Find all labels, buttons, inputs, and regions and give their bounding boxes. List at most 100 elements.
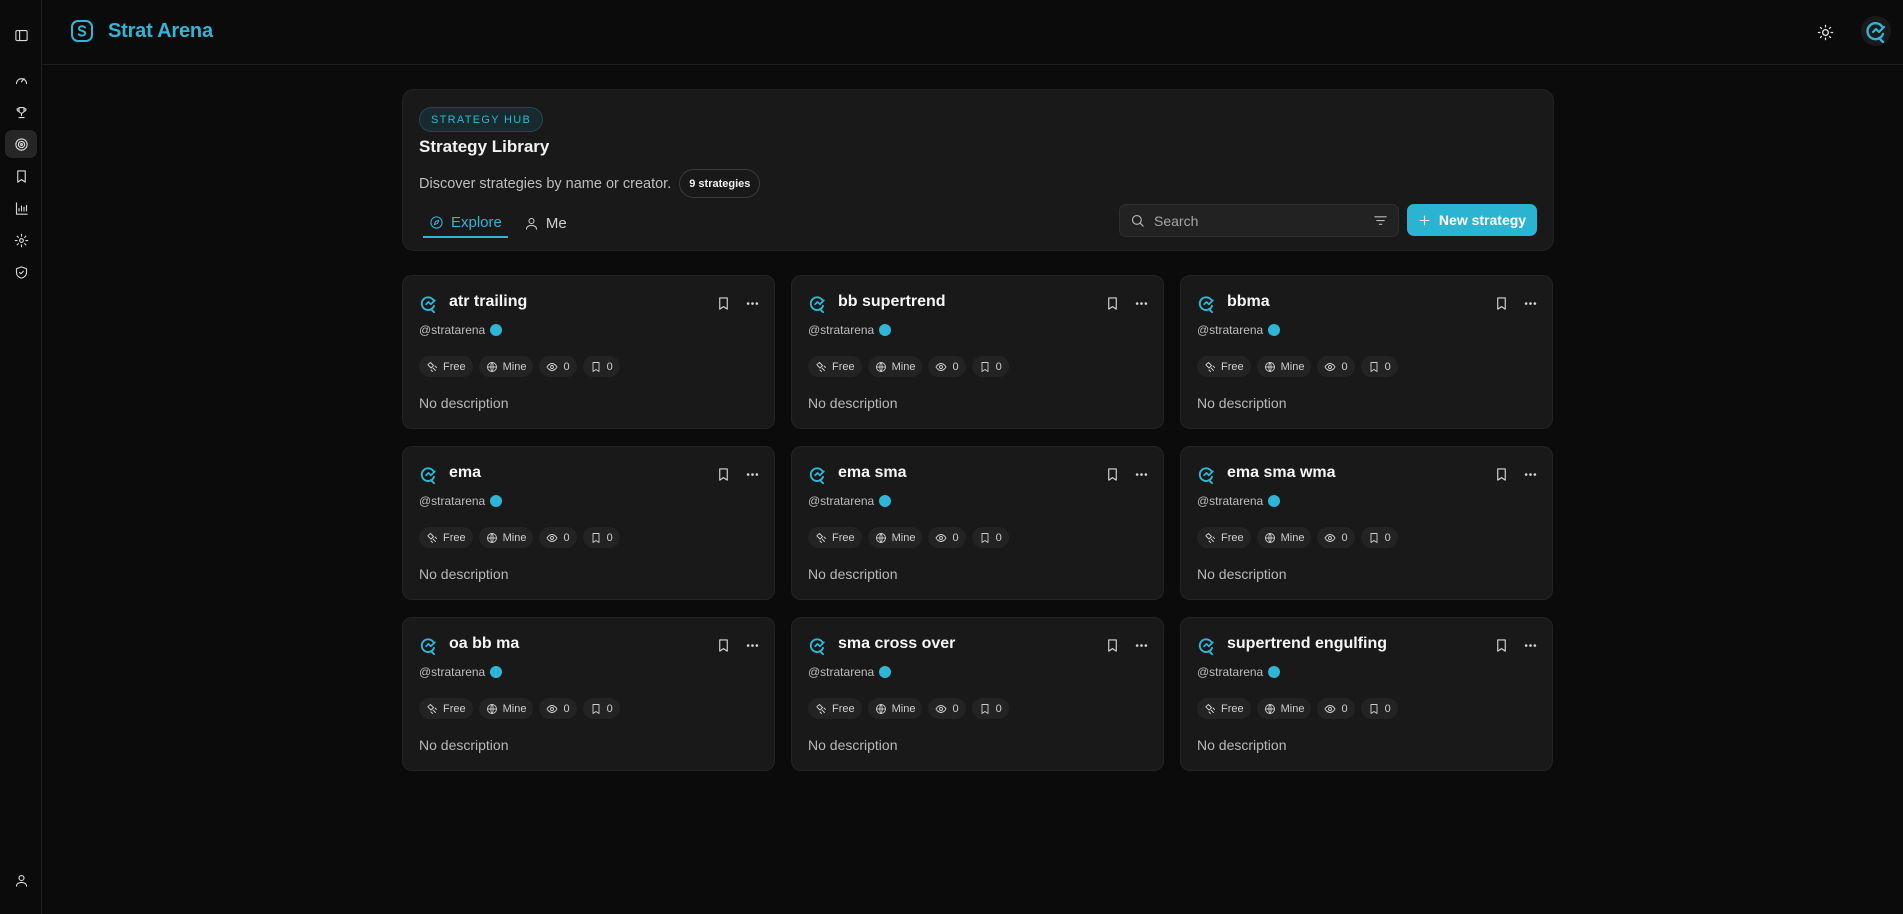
strategy-author[interactable]: @stratarena bbox=[1197, 323, 1281, 337]
more-options-icon[interactable] bbox=[1134, 296, 1149, 311]
price-label: Free bbox=[443, 531, 466, 544]
strategy-author[interactable]: @stratarena bbox=[419, 494, 503, 508]
tabs: Explore Me bbox=[423, 208, 573, 238]
strategy-logo-icon bbox=[809, 638, 825, 655]
strategy-card[interactable]: atr trailing @stratarena Free Mine 0 0 N… bbox=[402, 275, 775, 429]
bookmark-icon[interactable] bbox=[716, 467, 731, 482]
verified-icon bbox=[1268, 324, 1281, 336]
strategy-author[interactable]: @stratarena bbox=[808, 494, 892, 508]
more-options-icon[interactable] bbox=[1523, 296, 1538, 311]
strategy-card[interactable]: bbma @stratarena Free Mine 0 0 No descri… bbox=[1180, 275, 1553, 429]
strategy-title[interactable]: supertrend engulfing bbox=[1227, 635, 1387, 653]
bookmark-icon[interactable] bbox=[716, 296, 731, 311]
settings-gear-icon[interactable] bbox=[5, 226, 37, 254]
verified-icon bbox=[879, 324, 892, 336]
strategy-card[interactable]: ema @stratarena Free Mine 0 0 No descrip… bbox=[402, 446, 775, 600]
dashboard-gauge-icon[interactable] bbox=[5, 66, 37, 94]
strategy-count-badge: 9 strategies bbox=[679, 169, 761, 198]
strategy-card[interactable]: ema sma wma @stratarena Free Mine 0 0 No… bbox=[1180, 446, 1553, 600]
search-icon bbox=[1131, 214, 1144, 227]
saves-count: 0 bbox=[995, 360, 1002, 373]
strategy-title[interactable]: bb supertrend bbox=[838, 293, 946, 311]
saves-chip: 0 bbox=[582, 698, 620, 719]
bookmark-icon[interactable] bbox=[1105, 638, 1120, 653]
globe-icon bbox=[486, 703, 497, 714]
strategy-author[interactable]: @stratarena bbox=[419, 323, 503, 337]
shield-check-icon[interactable] bbox=[5, 258, 37, 286]
card-actions bbox=[716, 467, 760, 482]
search-input[interactable] bbox=[1154, 212, 1364, 229]
bookmark-count-icon bbox=[1370, 703, 1378, 714]
author-handle: @stratarena bbox=[419, 494, 486, 508]
strategy-title[interactable]: bbma bbox=[1227, 293, 1270, 311]
strategy-author[interactable]: @stratarena bbox=[808, 665, 892, 679]
brand[interactable]: Strat Arena bbox=[70, 19, 213, 43]
strategy-title[interactable]: oa bb ma bbox=[449, 635, 519, 653]
tab-explore[interactable]: Explore bbox=[423, 208, 508, 238]
strategy-author[interactable]: @stratarena bbox=[1197, 665, 1281, 679]
strategy-title[interactable]: ema bbox=[449, 464, 481, 482]
bookmark-icon[interactable] bbox=[5, 162, 37, 190]
visibility-label: Mine bbox=[502, 360, 527, 373]
strategy-author[interactable]: @stratarena bbox=[1197, 494, 1281, 508]
theme-toggle-sun-icon[interactable] bbox=[1815, 22, 1835, 42]
card-actions bbox=[1105, 467, 1149, 482]
strategy-title[interactable]: ema sma bbox=[838, 464, 907, 482]
target-icon[interactable] bbox=[5, 130, 37, 158]
price-label: Free bbox=[832, 702, 855, 715]
strategy-logo-icon bbox=[420, 296, 436, 313]
strategy-card[interactable]: supertrend engulfing @stratarena Free Mi… bbox=[1180, 617, 1553, 771]
views-count: 0 bbox=[952, 531, 959, 544]
strategy-title[interactable]: atr trailing bbox=[449, 293, 527, 311]
strategy-card[interactable]: sma cross over @stratarena Free Mine 0 0… bbox=[791, 617, 1164, 771]
bookmark-count-icon bbox=[1370, 532, 1378, 543]
price-chip: Free bbox=[1197, 698, 1251, 719]
strategy-title[interactable]: ema sma wma bbox=[1227, 464, 1336, 482]
views-chip: 0 bbox=[1317, 527, 1355, 548]
visibility-chip: Mine bbox=[1256, 698, 1312, 719]
filter-icon[interactable] bbox=[1373, 213, 1388, 228]
compass-icon bbox=[430, 215, 443, 229]
strategy-card[interactable]: oa bb ma @stratarena Free Mine 0 0 No de… bbox=[402, 617, 775, 771]
globe-icon bbox=[1264, 703, 1275, 714]
strategy-title[interactable]: sma cross over bbox=[838, 635, 955, 653]
more-options-icon[interactable] bbox=[1134, 467, 1149, 482]
bookmark-icon[interactable] bbox=[1105, 467, 1120, 482]
saves-chip: 0 bbox=[1360, 698, 1398, 719]
hub-description: Discover strategies by name or creator. bbox=[419, 175, 672, 192]
bookmark-icon[interactable] bbox=[1105, 296, 1120, 311]
strategy-card[interactable]: bb supertrend @stratarena Free Mine 0 0 … bbox=[791, 275, 1164, 429]
more-options-icon[interactable] bbox=[1134, 638, 1149, 653]
strategy-author[interactable]: @stratarena bbox=[419, 665, 503, 679]
author-handle: @stratarena bbox=[808, 323, 875, 337]
avatar[interactable] bbox=[1861, 16, 1891, 46]
strategy-logo-icon bbox=[420, 467, 436, 484]
price-chip: Free bbox=[808, 698, 862, 719]
bookmark-icon[interactable] bbox=[1494, 467, 1509, 482]
sidebar-toggle-icon[interactable] bbox=[5, 21, 37, 49]
bookmark-icon[interactable] bbox=[1494, 638, 1509, 653]
chart-icon[interactable] bbox=[5, 194, 37, 222]
more-options-icon[interactable] bbox=[745, 296, 760, 311]
more-options-icon[interactable] bbox=[1523, 638, 1538, 653]
more-options-icon[interactable] bbox=[745, 638, 760, 653]
strategy-logo-icon bbox=[420, 638, 436, 655]
more-options-icon[interactable] bbox=[1523, 467, 1538, 482]
globe-icon bbox=[875, 361, 886, 372]
bookmark-icon[interactable] bbox=[716, 638, 731, 653]
more-options-icon[interactable] bbox=[745, 467, 760, 482]
price-label: Free bbox=[832, 360, 855, 373]
strategy-card[interactable]: ema sma @stratarena Free Mine 0 0 No des… bbox=[791, 446, 1164, 600]
profile-user-icon[interactable] bbox=[5, 866, 37, 894]
strategy-author[interactable]: @stratarena bbox=[808, 323, 892, 337]
author-handle: @stratarena bbox=[1197, 665, 1264, 679]
tag-free-icon bbox=[427, 361, 437, 372]
eye-icon bbox=[936, 533, 947, 542]
strategy-description: No description bbox=[419, 737, 509, 753]
new-strategy-button[interactable]: New strategy bbox=[1407, 204, 1537, 236]
saves-chip: 0 bbox=[971, 698, 1009, 719]
tab-me[interactable]: Me bbox=[518, 208, 573, 238]
trophy-icon[interactable] bbox=[5, 98, 37, 126]
bookmark-icon[interactable] bbox=[1494, 296, 1509, 311]
globe-icon bbox=[1264, 361, 1275, 372]
